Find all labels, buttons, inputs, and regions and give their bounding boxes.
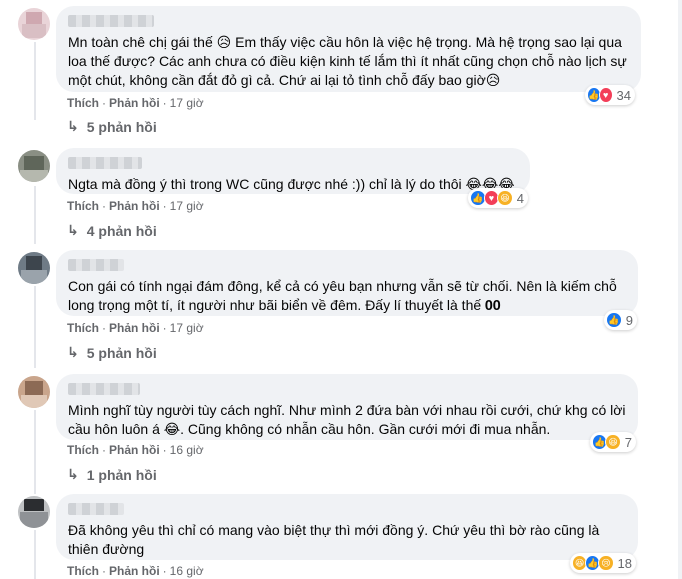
reaction-summary[interactable]: 👍 😆 7 — [590, 432, 636, 452]
replies-count: 1 phản hồi — [86, 466, 157, 483]
comment-timestamp[interactable]: 16 giờ — [170, 564, 204, 578]
comment-text: Mình nghĩ tùy người tùy cách nghĩ. Như m… — [68, 402, 626, 437]
comment-actions: Thích · Phản hồi · 16 giờ — [67, 564, 204, 578]
view-replies-button[interactable]: ↳ 1 phản hồi — [67, 466, 157, 483]
replies-count: 5 phản hồi — [86, 118, 157, 135]
reaction-count: 34 — [616, 87, 631, 103]
comment-text: Mn toàn chê chị gái thế 😥 Em thấy việc c… — [68, 34, 627, 88]
author-name-blurred — [68, 15, 154, 27]
reaction-summary[interactable]: 👍 ♥ 😆 4 — [468, 188, 528, 208]
comment-actions: Thích · Phản hồi · 17 giờ — [67, 321, 204, 335]
comment-text: Ngta mà đồng ý thì trong WC cũng được nh… — [68, 176, 515, 192]
reaction-count: 4 — [516, 190, 525, 206]
view-replies-button[interactable]: ↳ 5 phản hồi — [67, 118, 157, 135]
reaction-summary[interactable]: 👍 ♥ 34 — [585, 85, 635, 105]
reaction-count: 18 — [617, 555, 632, 571]
avatar[interactable] — [18, 496, 50, 528]
reply-button[interactable]: Phản hồi — [109, 443, 160, 457]
comment-actions: Thích · Phản hồi · 17 giờ — [67, 199, 204, 213]
author-name-blurred — [68, 259, 124, 271]
author-name-blurred — [68, 503, 124, 515]
scrollbar[interactable] — [678, 0, 682, 579]
like-button[interactable]: Thích — [67, 96, 99, 110]
like-button[interactable]: Thích — [67, 564, 99, 578]
thread-line — [34, 186, 36, 244]
comment-text: Con gái có tính ngại đám đông, kể cả có … — [68, 278, 617, 313]
haha-icon: 😆 — [497, 190, 513, 206]
reaction-count: 7 — [624, 434, 632, 450]
like-button[interactable]: Thích — [67, 199, 99, 213]
comment-timestamp[interactable]: 17 giờ — [170, 321, 204, 335]
haha-icon: 😆 — [605, 434, 621, 450]
avatar[interactable] — [18, 8, 50, 40]
reply-arrow-icon: ↳ — [67, 118, 79, 134]
thread-line — [34, 530, 36, 579]
view-replies-button[interactable]: ↳ 5 phản hồi — [67, 344, 157, 361]
avatar[interactable] — [18, 150, 50, 182]
reply-button[interactable]: Phản hồi — [109, 96, 160, 110]
author-name-blurred — [68, 383, 140, 395]
replies-count: 4 phản hồi — [86, 222, 157, 239]
thread-line — [34, 410, 36, 494]
author-name-blurred — [68, 157, 142, 169]
comment-actions: Thích · Phản hồi · 17 giờ — [67, 96, 204, 110]
reaction-summary[interactable]: 😆 👍 😢 18 — [570, 553, 636, 573]
comment-actions: Thích · Phản hồi · 16 giờ — [67, 443, 204, 457]
like-icon: 👍 — [606, 312, 622, 328]
thread-line — [34, 286, 36, 368]
avatar[interactable] — [18, 252, 50, 284]
reply-button[interactable]: Phản hồi — [109, 321, 160, 335]
comment-bubble: Ngta mà đồng ý thì trong WC cũng được nh… — [56, 148, 530, 194]
comment-bubble: Con gái có tính ngại đám đông, kể cả có … — [56, 250, 638, 316]
comment-bubble: Đã không yêu thì chỉ có mang vào biệt th… — [56, 494, 638, 560]
reply-button[interactable]: Phản hồi — [109, 564, 160, 578]
comment-timestamp[interactable]: 17 giờ — [170, 199, 204, 213]
like-button[interactable]: Thích — [67, 443, 99, 457]
comment-timestamp[interactable]: 16 giờ — [170, 443, 204, 457]
reply-arrow-icon: ↳ — [67, 344, 79, 360]
love-icon: ♥ — [598, 87, 613, 103]
comment-bubble: Mn toàn chê chị gái thế 😥 Em thấy việc c… — [56, 6, 641, 92]
view-replies-button[interactable]: ↳ 4 phản hồi — [67, 222, 157, 239]
reply-arrow-icon: ↳ — [67, 466, 79, 482]
replies-count: 5 phản hồi — [86, 344, 157, 361]
reply-arrow-icon: ↳ — [67, 222, 79, 238]
comment-text: Đã không yêu thì chỉ có mang vào biệt th… — [68, 522, 600, 557]
reply-button[interactable]: Phản hồi — [109, 199, 160, 213]
reaction-summary[interactable]: 👍 9 — [604, 310, 637, 330]
avatar[interactable] — [18, 376, 50, 408]
thread-line — [34, 42, 36, 120]
like-button[interactable]: Thích — [67, 321, 99, 335]
comment-timestamp[interactable]: 17 giờ — [170, 96, 204, 110]
reaction-count: 9 — [625, 312, 633, 328]
sad-icon: 😢 — [598, 555, 614, 571]
comment-bubble: Mình nghĩ tùy người tùy cách nghĩ. Như m… — [56, 374, 638, 440]
